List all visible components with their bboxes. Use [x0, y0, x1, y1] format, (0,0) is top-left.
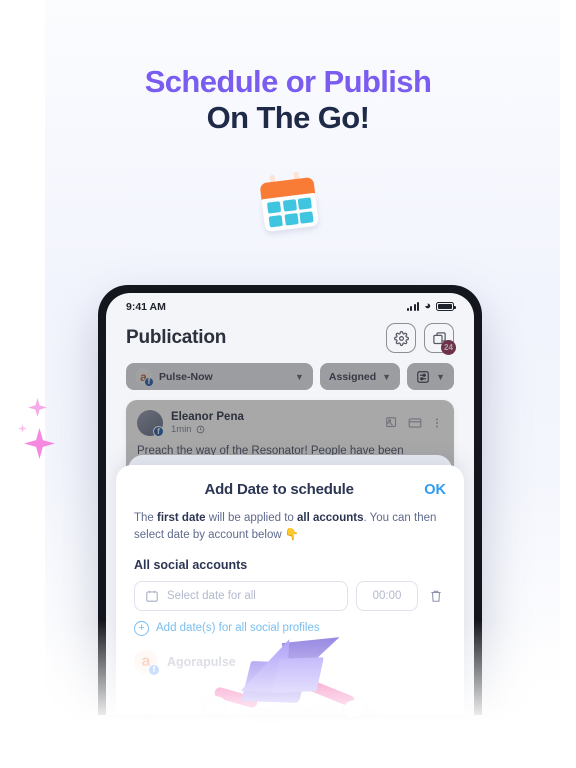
page-root: Schedule or Publish On The Go! 9:41 AM ◕…: [0, 0, 576, 768]
post-author: Eleanor Pena: [171, 411, 244, 423]
delete-date-button[interactable]: [426, 589, 446, 603]
sparkle-icon: [18, 424, 27, 433]
gear-icon: [393, 330, 409, 346]
status-bar: 9:41 AM ◕: [106, 293, 474, 315]
calendar-icon: [146, 590, 158, 602]
avatar: f: [137, 410, 164, 437]
clock-icon: [196, 425, 204, 434]
pointing-down-emoji-icon: 👇: [284, 529, 300, 542]
profile-name: Pulse-Now: [159, 370, 213, 383]
trash-icon: [431, 590, 441, 602]
card-icon[interactable]: [408, 416, 422, 430]
inbox-button[interactable]: 24: [424, 323, 456, 355]
advanced-filter[interactable]: ▼: [407, 363, 454, 390]
date-input[interactable]: Select date for all: [134, 580, 348, 611]
page-title: Schedule or Publish On The Go!: [0, 64, 576, 137]
time-input[interactable]: 00:00: [356, 580, 418, 611]
assigned-label: Assigned: [328, 370, 377, 383]
wifi-icon: ◕: [424, 300, 431, 312]
calendar-emoji-icon: [255, 168, 324, 235]
status-time: 9:41 AM: [126, 300, 166, 313]
chevron-down-icon: ▼: [436, 371, 445, 382]
desc-bold-all-accounts: all accounts: [297, 512, 364, 524]
cellular-signal-icon: [406, 302, 420, 311]
modal-description: The first date will be applied to all ac…: [134, 512, 437, 542]
post-time: 1min: [171, 424, 192, 435]
facebook-icon: f: [144, 377, 154, 387]
desc-bold-first-date: first date: [157, 512, 206, 524]
chevron-down-icon: ▼: [382, 371, 392, 382]
bottom-fade: [0, 620, 576, 768]
app-title: Publication: [126, 327, 227, 348]
sliders-filter-icon: [417, 370, 429, 383]
headline-line-1: Schedule or Publish: [144, 64, 432, 99]
facebook-icon: f: [153, 426, 164, 437]
modal-title: Add Date to schedule: [204, 481, 354, 498]
battery-icon: [436, 302, 456, 311]
more-vertical-icon[interactable]: [431, 416, 443, 430]
profile-selector[interactable]: a f Pulse-Now ▼: [126, 363, 313, 390]
all-social-accounts-label: All social accounts: [134, 557, 248, 572]
assigned-filter[interactable]: Assigned ▼: [319, 363, 401, 390]
image-icon[interactable]: [385, 416, 399, 430]
calendar-grid: [261, 192, 320, 233]
chevron-down-icon: ▼: [294, 371, 304, 382]
date-placeholder: Select date for all: [167, 589, 256, 602]
app-header: Publication 24: [106, 315, 474, 357]
avatar: a f: [135, 368, 154, 387]
date-time-row: Select date for all 00:00: [134, 580, 446, 611]
headline-line-2: On The Go!: [206, 100, 370, 136]
inbox-badge: 24: [441, 340, 456, 355]
modal-header: Add Date to schedule OK: [134, 481, 446, 498]
ok-button[interactable]: OK: [424, 482, 446, 498]
settings-button[interactable]: [386, 323, 416, 353]
filter-bar: a f Pulse-Now ▼ Assigned ▼ ▼: [106, 357, 474, 398]
